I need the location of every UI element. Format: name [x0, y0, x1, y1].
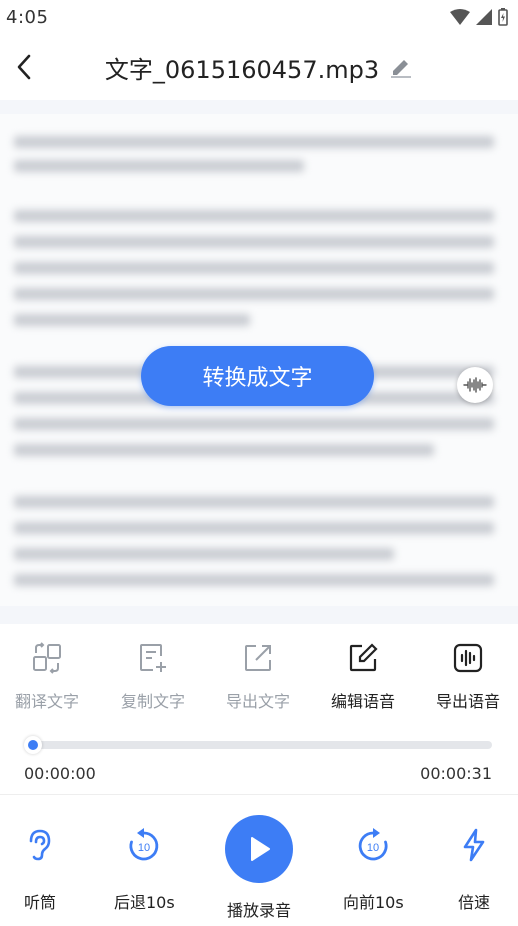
playback-progress-slider[interactable]	[24, 735, 494, 755]
export-text-icon	[240, 640, 276, 676]
speed-button[interactable]: 倍速	[452, 821, 496, 913]
status-icons	[450, 8, 508, 26]
export-text-label: 导出文字	[225, 692, 290, 711]
play-icon	[251, 837, 270, 861]
progress-thumb[interactable]	[24, 736, 42, 754]
content-bottom-spacer	[0, 606, 518, 624]
play-label: 播放录音	[226, 901, 291, 920]
play-button[interactable]: 播放录音	[224, 815, 294, 921]
current-time: 00:00:00	[24, 764, 96, 783]
export-text-button[interactable]: 导出文字	[208, 640, 308, 712]
copy-text-label: 复制文字	[120, 692, 185, 711]
waveform-icon	[463, 377, 487, 393]
progress-track	[32, 741, 492, 749]
title-wrap: 文字_0615160457.mp3	[105, 50, 413, 85]
forward-seconds: 10	[367, 842, 379, 854]
total-time: 00:00:31	[420, 764, 492, 783]
edit-audio-label: 编辑语音	[330, 692, 395, 711]
rewind-10-icon: 10	[122, 821, 166, 869]
lightning-icon	[452, 821, 496, 869]
pencil-icon	[391, 60, 412, 78]
translate-icon	[29, 640, 65, 676]
rewind-label: 后退10s	[114, 893, 175, 912]
page-title: 文字_0615160457.mp3	[104, 55, 380, 84]
rename-button[interactable]	[389, 55, 413, 79]
app-header: 文字_0615160457.mp3	[0, 34, 518, 100]
earpiece-label: 听筒	[23, 893, 56, 912]
translate-text-button[interactable]: 翻译文字	[0, 640, 97, 712]
copy-text-button[interactable]: 复制文字	[103, 640, 203, 712]
edit-audio-icon	[345, 640, 381, 676]
voice-wave-button[interactable]	[457, 367, 493, 403]
convert-to-text-button[interactable]: 转换成文字	[141, 346, 374, 406]
earpiece-button[interactable]: 听筒	[18, 821, 62, 913]
play-button-circle[interactable]	[225, 815, 293, 883]
export-audio-button[interactable]: 导出语音	[418, 640, 518, 712]
status-time: 4:05	[6, 6, 49, 28]
wifi-icon	[450, 9, 470, 25]
ear-icon	[18, 821, 62, 869]
back-arrow-icon	[17, 54, 31, 80]
speed-label: 倍速	[457, 893, 490, 912]
forward-10s-button[interactable]: 10 向前10s	[343, 821, 404, 913]
content-top-spacer	[0, 100, 518, 114]
export-audio-label: 导出语音	[435, 692, 500, 711]
transcript-preview: 转换成文字	[0, 114, 518, 610]
copy-text-icon	[135, 640, 171, 676]
edit-audio-button[interactable]: 编辑语音	[313, 640, 413, 712]
back-button[interactable]	[10, 52, 38, 82]
rewind-10s-button[interactable]: 10 后退10s	[114, 821, 175, 913]
rewind-seconds: 10	[138, 842, 150, 854]
playback-controls: 听筒 10 后退10s 播放录音 10 向前10s 倍速	[0, 795, 518, 926]
translate-text-label: 翻译文字	[14, 692, 79, 711]
battery-icon	[498, 8, 508, 26]
action-toolbar: 翻译文字 复制文字 导出文字 编辑语音 导出语音	[0, 626, 518, 722]
export-audio-icon	[450, 640, 486, 676]
signal-icon	[476, 9, 492, 25]
status-bar: 4:05	[0, 0, 518, 34]
forward-label: 向前10s	[343, 893, 404, 912]
forward-10-icon: 10	[351, 821, 395, 869]
